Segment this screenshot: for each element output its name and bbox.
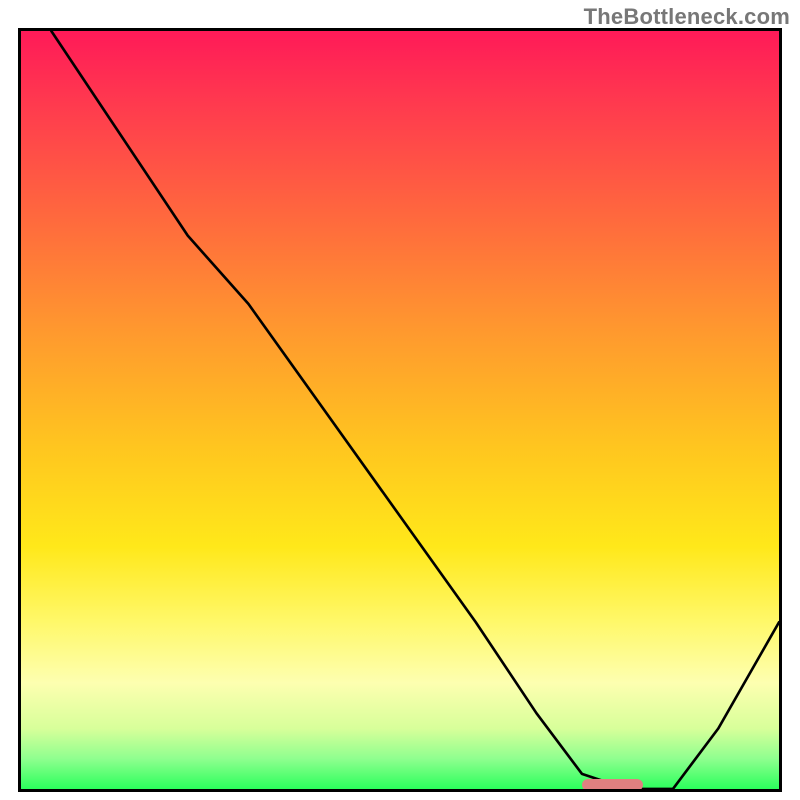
curve-path xyxy=(51,31,779,789)
chart-svg xyxy=(21,31,779,789)
chart-area xyxy=(18,28,782,792)
optimal-marker xyxy=(582,779,643,791)
watermark-text: TheBottleneck.com xyxy=(584,4,790,30)
